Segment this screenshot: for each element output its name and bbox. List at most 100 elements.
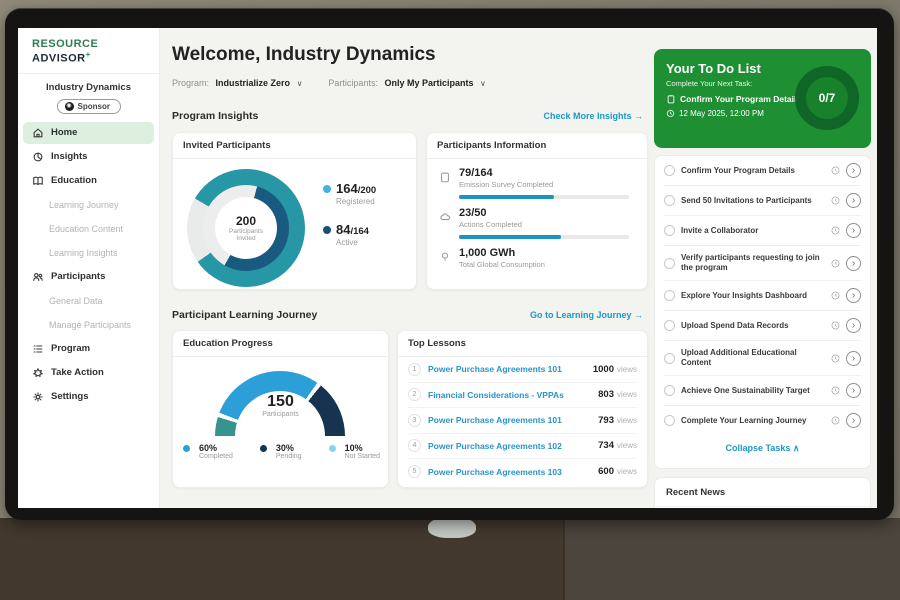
cloud-icon	[439, 211, 451, 223]
lesson-views: 1000	[593, 364, 614, 375]
sidebar-item-education-content[interactable]: Education Content	[23, 218, 154, 240]
sidebar-item-participants[interactable]: Participants	[23, 266, 154, 288]
gear-icon	[32, 391, 44, 403]
program-value: Industrialize Zero	[216, 78, 291, 88]
info-row-survey: 79/164 Emission Survey Completed	[427, 159, 647, 189]
legend-completed: 60% Completed	[183, 443, 233, 460]
clock-icon	[831, 166, 840, 175]
sidebar-item-label: Insights	[51, 151, 87, 162]
sidebar-item-home[interactable]: Home	[23, 122, 154, 144]
task-row[interactable]: Explore Your Insights Dashboard ›	[664, 281, 861, 311]
task-checkbox[interactable]	[664, 415, 675, 426]
participants-value: Only My Participants	[384, 78, 473, 88]
task-label: Achieve One Sustainability Target	[681, 386, 825, 396]
chevron-right-button[interactable]: ›	[846, 223, 861, 238]
chevron-right-button[interactable]: ›	[846, 383, 861, 398]
chevron-right-button[interactable]: ›	[846, 351, 861, 366]
chevron-right-button[interactable]: ›	[846, 288, 861, 303]
go-to-learning-journey-link[interactable]: Go to Learning Journey →	[530, 310, 643, 320]
task-row[interactable]: Verify participants requesting to join t…	[664, 246, 861, 281]
task-row[interactable]: Complete Your Learning Journey ›	[664, 406, 861, 435]
legend-label: Not Started	[345, 453, 380, 460]
clock-icon	[831, 354, 840, 363]
education-legend: 60% Completed 30% Pending 10% Not Starte…	[183, 443, 380, 460]
legend-not-started: 10% Not Started	[329, 443, 380, 460]
task-checkbox[interactable]	[664, 165, 675, 176]
task-row[interactable]: Upload Spend Data Records ›	[664, 311, 861, 341]
lesson-link[interactable]: Power Purchase Agreements 103	[428, 467, 591, 477]
task-row[interactable]: Send 50 Invitations to Participants ›	[664, 186, 861, 216]
sidebar-item-insights[interactable]: Insights	[23, 146, 154, 168]
sidebar-item-label: Manage Participants	[49, 320, 131, 330]
task-checkbox[interactable]	[664, 385, 675, 396]
task-checkbox[interactable]	[664, 290, 675, 301]
todo-due-label: 12 May 2025, 12:00 PM	[679, 109, 764, 118]
program-dropdown[interactable]: Program: Industrialize Zero ∨	[172, 78, 302, 88]
legend-value: 60%	[199, 443, 233, 453]
clock-icon	[831, 416, 840, 425]
education-progress-card: Education Progress 150 Participants 60%	[172, 330, 389, 488]
sidebar-item-take-action[interactable]: Take Action	[23, 362, 154, 384]
home-icon	[32, 127, 44, 139]
sidebar-item-learning-insights[interactable]: Learning Insights	[23, 242, 154, 264]
wall-edge	[563, 518, 900, 600]
clock-icon	[831, 196, 840, 205]
sidebar-item-learning-journey[interactable]: Learning Journey	[23, 194, 154, 216]
task-row[interactable]: Invite a Collaborator ›	[664, 216, 861, 246]
chevron-right-button[interactable]: ›	[846, 318, 861, 333]
dashboard-screen: RESOURCE ADVISOR+ Industry Dynamics ◉ Sp…	[18, 28, 877, 508]
program-insights-header: Program Insights Check More Insights →	[172, 110, 643, 122]
task-checkbox[interactable]	[664, 225, 675, 236]
clock-icon	[831, 291, 840, 300]
chevron-right-button[interactable]: ›	[846, 413, 861, 428]
collapse-tasks-link[interactable]: Collapse Tasks ∧	[664, 435, 861, 454]
lesson-views: 803	[598, 389, 614, 400]
lesson-link[interactable]: Power Purchase Agreements 101	[428, 415, 591, 425]
task-checkbox[interactable]	[664, 195, 675, 206]
lesson-row: 2 Financial Considerations - VPPAs 803vi…	[408, 383, 637, 409]
legend-dot	[183, 445, 190, 452]
spark-icon	[32, 367, 44, 379]
sidebar-item-label: Learning Insights	[49, 248, 118, 258]
legend-total: /164	[350, 226, 369, 237]
lesson-views: 793	[598, 415, 614, 426]
sidebar-item-program[interactable]: Program	[23, 338, 154, 360]
todo-panel: Your To Do List Complete Your Next Task:…	[654, 28, 871, 508]
task-label: Upload Spend Data Records	[681, 321, 825, 331]
sidebar-item-label: Education	[51, 175, 97, 186]
info-value: 79/164	[459, 167, 553, 179]
task-checkbox[interactable]	[664, 320, 675, 331]
sidebar-item-education[interactable]: Education	[23, 170, 154, 192]
logo-plus: +	[86, 50, 91, 59]
task-row[interactable]: Confirm Your Program Details ›	[664, 156, 861, 186]
legend-value: 30%	[276, 443, 302, 453]
info-label: Emission Survey Completed	[459, 180, 553, 189]
task-row[interactable]: Achieve One Sustainability Target ›	[664, 376, 861, 406]
sidebar-item-general-data[interactable]: General Data	[23, 290, 154, 312]
task-row[interactable]: Upload Additional Educational Content ›	[664, 341, 861, 376]
task-checkbox[interactable]	[664, 258, 675, 269]
clock-icon	[831, 259, 840, 268]
chevron-down-icon: ∨	[480, 79, 486, 88]
participants-dropdown[interactable]: Participants: Only My Participants ∨	[328, 78, 485, 88]
lesson-link[interactable]: Power Purchase Agreements 102	[428, 441, 591, 451]
people-icon	[32, 271, 44, 283]
info-row-consumption: 1,000 GWh Total Global Consumption	[427, 239, 647, 269]
sidebar-item-settings[interactable]: Settings	[23, 386, 154, 408]
task-checkbox[interactable]	[664, 353, 675, 364]
lesson-link[interactable]: Power Purchase Agreements 101	[428, 364, 586, 374]
main-content: Welcome, Industry Dynamics Program: Indu…	[160, 28, 655, 508]
chevron-right-button[interactable]: ›	[846, 163, 861, 178]
check-more-insights-link[interactable]: Check More Insights →	[543, 111, 643, 121]
chevron-right-button[interactable]: ›	[846, 193, 861, 208]
legend-dot	[323, 185, 331, 193]
clipboard-icon	[439, 171, 451, 183]
sidebar-item-manage-participants[interactable]: Manage Participants	[23, 314, 154, 336]
lesson-link[interactable]: Financial Considerations - VPPAs	[428, 390, 591, 400]
legend-label: Active	[336, 238, 376, 247]
chevron-right-button[interactable]: ›	[846, 256, 861, 271]
task-label: Complete Your Learning Journey	[681, 416, 825, 426]
legend-dot	[260, 445, 267, 452]
sponsor-badge[interactable]: ◉ Sponsor	[57, 99, 121, 114]
sidebar-item-label: Program	[51, 343, 90, 354]
